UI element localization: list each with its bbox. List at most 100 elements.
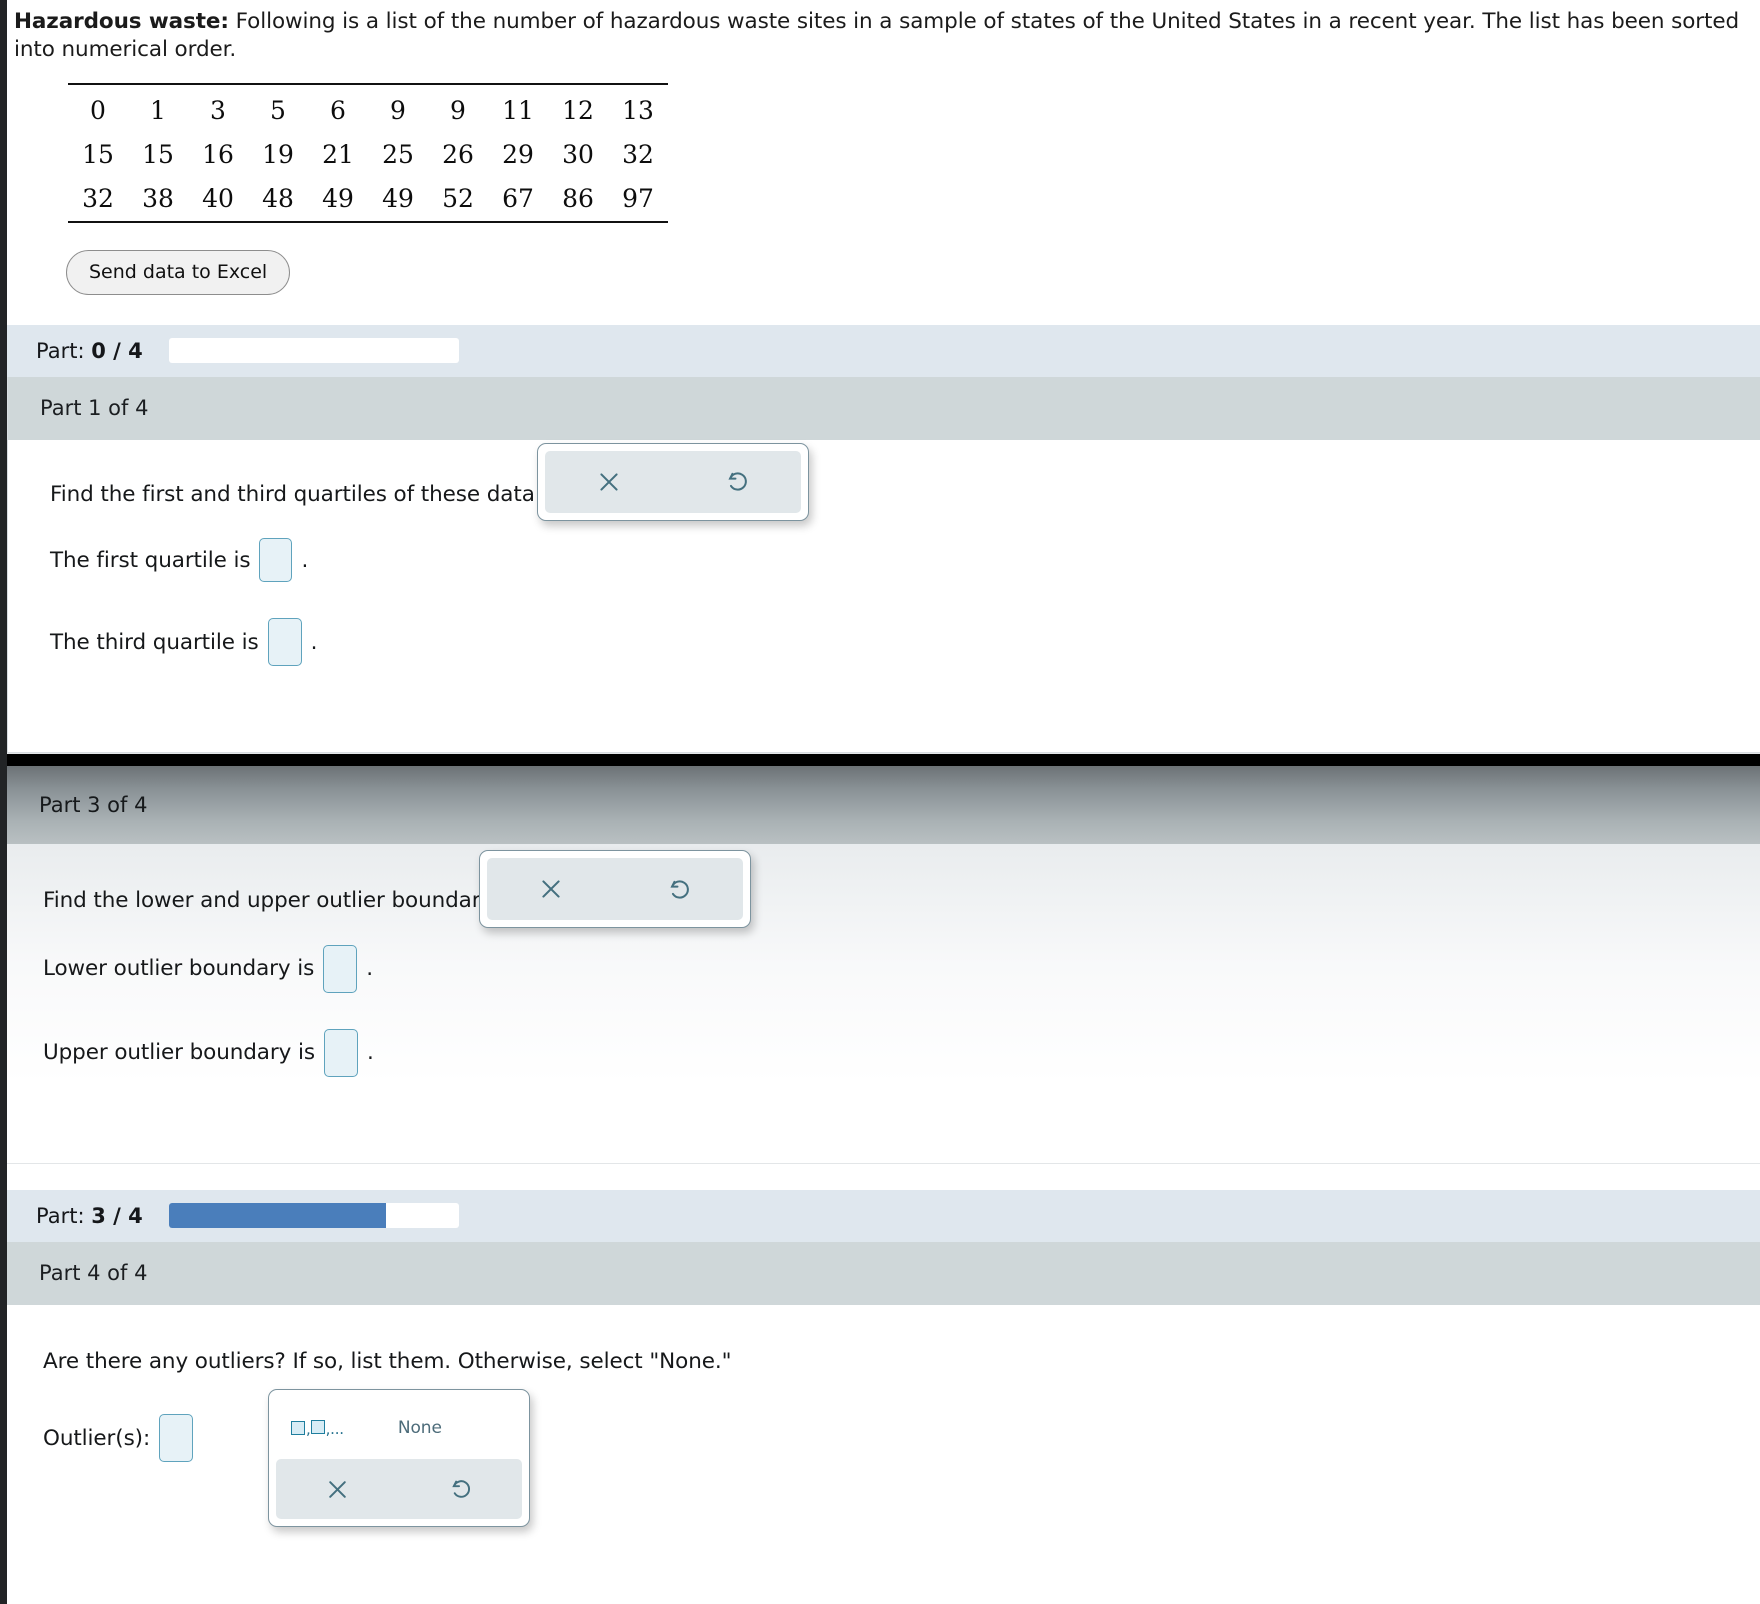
outliers-label: Outlier(s): <box>43 1425 151 1451</box>
progress-strip-top: Part: 0 / 4 <box>0 324 1760 377</box>
lower-boundary-line: Lower outlier boundary is . <box>43 944 1760 993</box>
section-divider <box>0 754 1760 767</box>
table-cell: 3 <box>188 82 248 133</box>
first-quartile-label: The first quartile is <box>50 547 251 573</box>
table-row: 0 1 3 5 6 9 9 11 12 13 <box>68 82 668 133</box>
part-1-undo-button[interactable] <box>673 451 801 513</box>
third-quartile-input[interactable] <box>267 618 302 667</box>
progress-prefix-mid: Part: <box>36 1203 92 1228</box>
part-3-bottom-rule <box>7 1162 1760 1164</box>
first-quartile-line: The first quartile is . <box>50 538 1760 583</box>
progress-current: 0 <box>91 338 106 363</box>
third-quartile-line: The third quartile is . <box>50 618 1760 667</box>
table-cell: 15 <box>142 139 174 169</box>
progress-current-mid: 3 <box>91 1203 106 1228</box>
table-cell: 26 <box>442 139 474 169</box>
mini-box-icon <box>310 1419 325 1434</box>
problem-text: Following is a list of the number of haz… <box>14 9 1740 63</box>
table-cell: 52 <box>428 176 488 223</box>
page-left-edge <box>0 0 7 1604</box>
part-4-options-row: ,,... None <box>276 1397 522 1459</box>
part-1-clear-button[interactable] <box>545 451 673 513</box>
third-quartile-label: The third quartile is <box>50 629 259 655</box>
table-cell: 38 <box>128 176 188 223</box>
table-cell: 25 <box>382 139 414 169</box>
first-quartile-input[interactable] <box>259 538 293 583</box>
none-option[interactable]: None <box>398 1419 442 1437</box>
table-cell: 5 <box>248 82 308 133</box>
progress-fill-mid <box>168 1203 387 1229</box>
part-1-body: Find the first and third quartiles of th… <box>8 439 1760 753</box>
progress-separator-mid: / <box>105 1203 129 1228</box>
part-4-panel: Part 4 of 4 Are there any outliers? If s… <box>7 1241 1760 1528</box>
table-cell: 67 <box>488 176 548 223</box>
list-format-label: ,,... <box>306 1419 344 1438</box>
lower-boundary-period: . <box>366 956 373 981</box>
progress-strip-mid: Part: 3 / 4 <box>0 1189 1760 1242</box>
table-cell: 1 <box>128 82 188 133</box>
table-cell: 86 <box>548 176 608 223</box>
part-4-prompt: Are there any outliers? If so, list them… <box>43 1348 732 1374</box>
hazardous-waste-data-table: 0 1 3 5 6 9 9 11 12 13 15 15 16 19 21 25 26 29 30 32 32 38 40 4… <box>68 82 668 223</box>
table-cell: 40 <box>188 176 248 223</box>
table-cell: 19 <box>262 139 294 169</box>
progress-prefix: Part: <box>36 338 92 363</box>
lower-boundary-label: Lower outlier boundary is <box>43 956 315 981</box>
table-cell: 32 <box>68 176 128 223</box>
table-cell: 16 <box>202 139 234 169</box>
part-1-header: Part 1 of 4 <box>8 376 1760 440</box>
part-3-body: Find the lower and upper outlier boundar… <box>7 844 1760 1163</box>
outliers-input[interactable] <box>159 1414 194 1463</box>
problem-intro: Hazardous waste: Following is a list of … <box>0 0 1760 65</box>
upper-boundary-label: Upper outlier boundary is <box>43 1040 315 1065</box>
send-data-to-excel-button[interactable]: Send data to Excel <box>66 249 291 295</box>
table-row: 32 38 40 48 49 49 52 67 86 97 <box>68 176 668 223</box>
upper-boundary-input[interactable] <box>323 1028 358 1077</box>
table-cell: 97 <box>608 176 668 223</box>
part-4-toolbar-row <box>276 1459 522 1520</box>
table-cell: 49 <box>308 176 368 223</box>
table-cell: 0 <box>68 82 128 133</box>
table-cell: 9 <box>428 82 488 133</box>
part-1-math-toolbar <box>537 442 809 521</box>
mini-box-icon <box>291 1421 305 1436</box>
table-cell: 12 <box>548 82 608 133</box>
exercise-page: Hazardous waste: Following is a list of … <box>0 0 1760 1604</box>
progress-total: 4 <box>128 338 143 363</box>
progress-label-top: Part: 0 / 4 <box>36 339 143 363</box>
part-1-prompt: Find the first and third quartiles of th… <box>50 481 542 507</box>
lower-boundary-input[interactable] <box>323 944 358 993</box>
progress-track-top <box>168 338 459 364</box>
part-3-clear-button[interactable] <box>487 858 615 920</box>
third-quartile-period: . <box>310 629 318 655</box>
list-format-option[interactable]: ,,... <box>291 1419 344 1438</box>
problem-title: Hazardous waste: <box>14 9 229 34</box>
progress-track-mid <box>168 1203 459 1229</box>
part-3-undo-button[interactable] <box>615 858 743 920</box>
part-4-body: Are there any outliers? If so, list them… <box>7 1304 1760 1528</box>
part-1-panel: Part 1 of 4 Find the first and third qua… <box>7 376 1760 754</box>
table-cell: 21 <box>322 139 354 169</box>
progress-label-mid: Part: 3 / 4 <box>36 1204 143 1228</box>
table-cell: 29 <box>502 139 534 169</box>
part-3-panel: Part 3 of 4 Find the lower and upper out… <box>7 766 1760 1163</box>
table-cell: 49 <box>368 176 428 223</box>
first-quartile-period: . <box>301 547 309 573</box>
table-cell: 48 <box>248 176 308 223</box>
table-cell: 13 <box>608 82 668 133</box>
table-cell: 15 <box>82 139 114 169</box>
part-4-clear-button[interactable] <box>276 1459 399 1519</box>
table-cell: 32 <box>622 139 654 169</box>
table-cell: 9 <box>368 82 428 133</box>
part-3-header: Part 3 of 4 <box>7 766 1760 845</box>
part-1-toolbar-row <box>545 450 801 513</box>
part-3-toolbar-row <box>487 858 743 921</box>
part-4-answer-widget: ,,... None <box>268 1389 530 1528</box>
progress-separator: / <box>105 338 129 363</box>
data-table-wrapper: 0 1 3 5 6 9 9 11 12 13 15 15 16 19 21 25 26 29 30 32 32 38 40 4… <box>68 82 668 223</box>
part-3-math-toolbar <box>479 850 751 929</box>
part-4-header: Part 4 of 4 <box>7 1241 1760 1305</box>
table-cell: 30 <box>562 139 594 169</box>
table-cell: 11 <box>488 82 548 133</box>
part-4-undo-button[interactable] <box>399 1459 522 1519</box>
